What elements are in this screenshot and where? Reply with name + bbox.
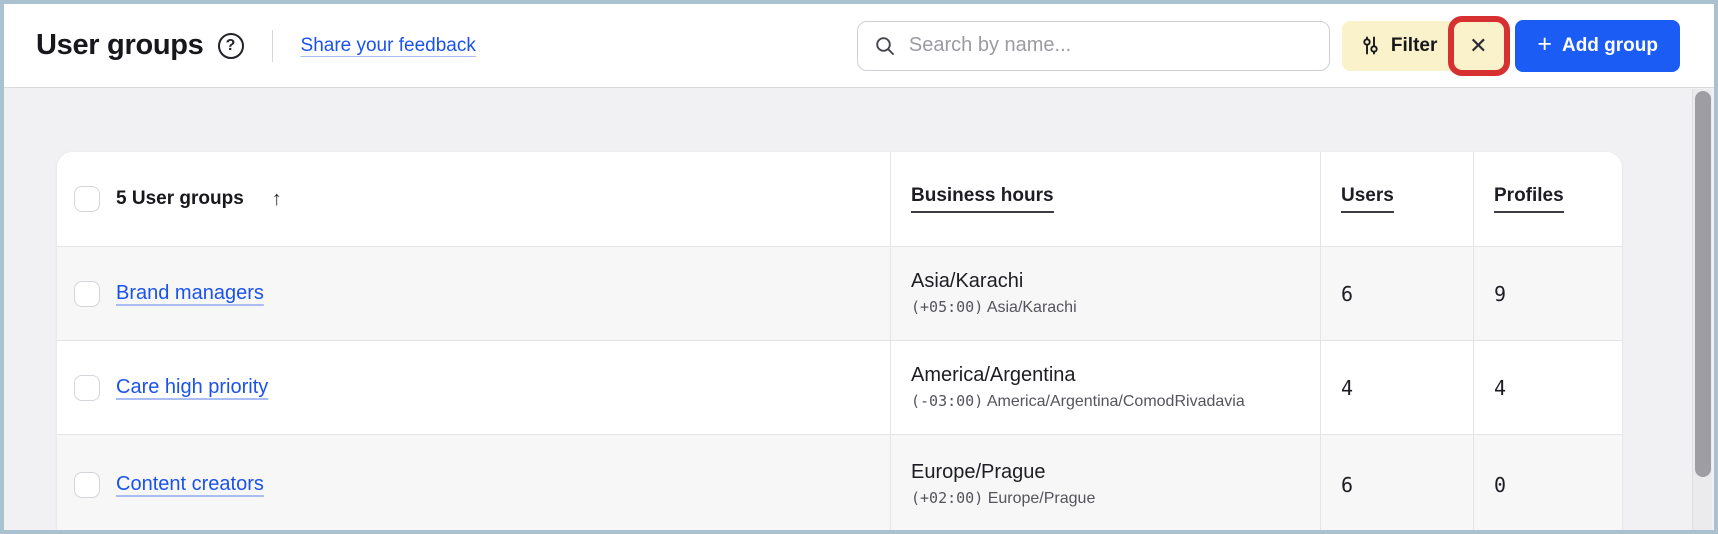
search-icon [874,35,896,57]
filter-button-group: Filter ✕ [1342,21,1505,71]
timezone-detail: (+05:00) Asia/Karachi [911,298,1320,317]
add-group-label: Add group [1562,35,1658,57]
table-row: Care high priority America/Argentina (-0… [57,340,1622,434]
table-row: Brand managers Asia/Karachi (+05:00) Asi… [57,246,1622,340]
cell-group-name: Content creators [57,435,890,534]
timezone-detail: (+02:00) Europe/Prague [911,489,1320,508]
timezone-offset: (+05:00) [911,298,983,316]
user-groups-table: 5 User groups ↑ Business hours Users Pro… [57,152,1622,534]
row-checkbox[interactable] [74,472,100,498]
timezone-name: Europe/Prague [911,461,1320,484]
clear-filter-button[interactable]: ✕ [1451,21,1505,71]
header-cell-business-hours: Business hours [890,152,1320,246]
header-cell-name: 5 User groups ↑ [57,152,890,246]
cell-profiles-count: 4 [1473,341,1622,434]
divider [272,30,273,62]
timezone-zone: America/Argentina/ComodRivadavia [987,393,1245,410]
timezone-zone: Asia/Karachi [987,299,1077,316]
row-checkbox[interactable] [74,281,100,307]
top-bar: User groups ? Share your feedback Filter [4,4,1714,88]
vertical-scrollbar-track[interactable] [1692,89,1712,530]
cell-profiles-count: 0 [1473,435,1622,534]
table-header-row: 5 User groups ↑ Business hours Users Pro… [57,152,1622,246]
cell-users-count: 6 [1320,435,1473,534]
select-all-checkbox[interactable] [74,186,100,212]
cell-business-hours: Asia/Karachi (+05:00) Asia/Karachi [890,247,1320,340]
add-group-button[interactable]: + Add group [1515,20,1680,72]
cell-business-hours: Europe/Prague (+02:00) Europe/Prague [890,435,1320,534]
row-checkbox[interactable] [74,375,100,401]
table-row: Content creators Europe/Prague (+02:00) … [57,434,1622,534]
group-name-link[interactable]: Care high priority [116,376,268,399]
cell-group-name: Care high priority [57,341,890,434]
filter-button[interactable]: Filter [1342,21,1451,71]
search-box[interactable] [857,21,1330,71]
plus-icon: + [1537,32,1552,57]
column-profiles[interactable]: Profiles [1494,185,1564,213]
timezone-offset: (+02:00) [911,489,983,507]
group-name-link[interactable]: Content creators [116,473,264,496]
sort-ascending-icon[interactable]: ↑ [272,188,282,211]
column-users[interactable]: Users [1341,185,1394,213]
search-input[interactable] [909,34,1313,57]
timezone-name: Asia/Karachi [911,270,1320,293]
filter-button-label: Filter [1391,35,1437,57]
cell-business-hours: America/Argentina (-03:00) America/Argen… [890,341,1320,434]
filter-sliders-icon [1360,35,1381,56]
cell-users-count: 6 [1320,247,1473,340]
header-cell-profiles: Profiles [1473,152,1622,246]
timezone-name: America/Argentina [911,364,1320,387]
header-cell-users: Users [1320,152,1473,246]
share-feedback-link[interactable]: Share your feedback [301,35,476,57]
page-title: User groups [36,29,204,62]
timezone-detail: (-03:00) America/Argentina/ComodRivadavi… [911,392,1320,411]
timezone-zone: Europe/Prague [988,490,1096,507]
cell-group-name: Brand managers [57,247,890,340]
content-area: 5 User groups ↑ Business hours Users Pro… [4,88,1714,533]
cell-profiles-count: 9 [1473,247,1622,340]
user-groups-page: User groups ? Share your feedback Filter [0,0,1718,534]
vertical-scrollbar-thumb[interactable] [1695,91,1711,477]
help-icon[interactable]: ? [218,33,244,59]
close-icon: ✕ [1469,33,1487,59]
column-business-hours[interactable]: Business hours [911,185,1054,213]
cell-users-count: 4 [1320,341,1473,434]
group-name-link[interactable]: Brand managers [116,282,264,305]
timezone-offset: (-03:00) [911,392,983,410]
group-count-label[interactable]: 5 User groups [116,188,244,210]
